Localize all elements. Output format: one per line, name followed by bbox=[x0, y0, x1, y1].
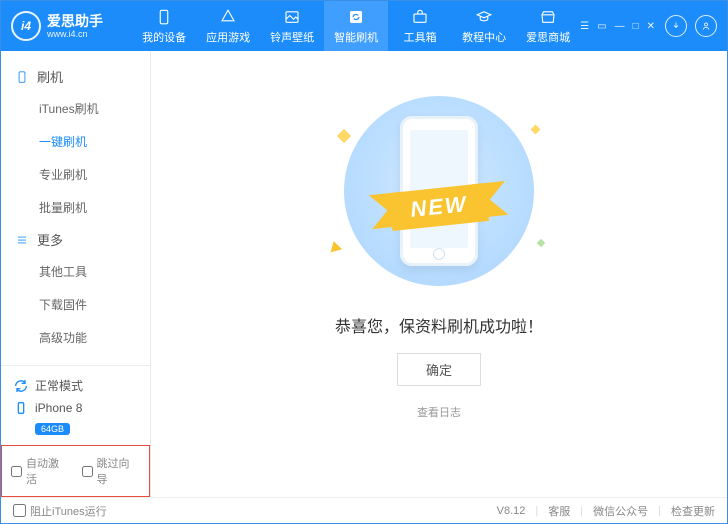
phone-icon bbox=[155, 8, 173, 26]
sidebar-item-itunes-flash[interactable]: iTunes刷机 bbox=[1, 92, 150, 125]
sidebar-item-download-firmware[interactable]: 下载固件 bbox=[1, 288, 150, 321]
device-name[interactable]: iPhone 8 bbox=[13, 397, 138, 419]
brand-name: 爱思助手 bbox=[47, 14, 103, 28]
sidebar-item-batch-flash[interactable]: 批量刷机 bbox=[1, 191, 150, 224]
statusbar: 阻止iTunes运行 V8.12 | 客服 | 微信公众号 | 检查更新 bbox=[1, 497, 727, 523]
titlebar: i4 爱思助手 www.i4.cn 我的设备 应用游戏 铃声壁纸 智能刷机 bbox=[1, 1, 727, 51]
window-controls: ☰ ▭ — □ ✕ bbox=[580, 21, 655, 32]
apps-icon bbox=[219, 8, 237, 26]
close-icon[interactable]: ✕ bbox=[647, 21, 655, 32]
user-icon[interactable] bbox=[695, 15, 717, 37]
image-icon bbox=[283, 8, 301, 26]
skin-icon[interactable]: ▭ bbox=[597, 21, 606, 32]
nav-apps[interactable]: 应用游戏 bbox=[196, 1, 260, 51]
menu-icon[interactable]: ☰ bbox=[580, 21, 589, 32]
support-link[interactable]: 客服 bbox=[548, 503, 570, 519]
graduation-icon bbox=[475, 8, 493, 26]
device-icon bbox=[15, 70, 29, 84]
confirm-button[interactable]: 确定 bbox=[397, 353, 481, 386]
sidebar-item-advanced[interactable]: 高级功能 bbox=[1, 321, 150, 354]
nav-ringtones[interactable]: 铃声壁纸 bbox=[260, 1, 324, 51]
view-log-link[interactable]: 查看日志 bbox=[417, 404, 461, 420]
brand-sub: www.i4.cn bbox=[47, 30, 103, 39]
main-panel: NEW 恭喜您，保资料刷机成功啦！ 确定 查看日志 bbox=[151, 51, 727, 497]
nav-my-device[interactable]: 我的设备 bbox=[132, 1, 196, 51]
store-icon bbox=[539, 8, 557, 26]
success-illustration: NEW bbox=[309, 91, 569, 291]
sync-icon bbox=[13, 378, 29, 394]
phone-small-icon bbox=[13, 400, 29, 416]
nav-tutorials[interactable]: 教程中心 bbox=[452, 1, 516, 51]
sidebar-item-pro-flash[interactable]: 专业刷机 bbox=[1, 158, 150, 191]
brand-logo: i4 爱思助手 www.i4.cn bbox=[11, 11, 132, 41]
skip-guide-checkbox[interactable]: 跳过向导 bbox=[82, 455, 141, 487]
wechat-link[interactable]: 微信公众号 bbox=[593, 503, 648, 519]
device-mode[interactable]: 正常模式 bbox=[13, 374, 138, 397]
sidebar-group-more[interactable]: 更多 bbox=[1, 224, 150, 255]
sidebar: 刷机 iTunes刷机 一键刷机 专业刷机 批量刷机 更多 其他工具 下载固件 … bbox=[1, 51, 151, 497]
check-update-link[interactable]: 检查更新 bbox=[671, 503, 715, 519]
toolbox-icon bbox=[411, 8, 429, 26]
sidebar-group-flash[interactable]: 刷机 bbox=[1, 61, 150, 92]
minimize-icon[interactable]: — bbox=[615, 21, 625, 32]
success-message: 恭喜您，保资料刷机成功啦！ bbox=[335, 313, 543, 337]
logo-icon: i4 bbox=[11, 11, 41, 41]
maximize-icon[interactable]: □ bbox=[633, 21, 639, 32]
bottom-options-highlight: 自动激活 跳过向导 bbox=[1, 445, 150, 497]
version-label: V8.12 bbox=[497, 505, 526, 517]
top-nav: 我的设备 应用游戏 铃声壁纸 智能刷机 工具箱 教程中心 bbox=[132, 1, 580, 51]
refresh-icon bbox=[347, 8, 365, 26]
block-itunes-checkbox[interactable]: 阻止iTunes运行 bbox=[13, 503, 107, 519]
auto-activate-checkbox[interactable]: 自动激活 bbox=[11, 455, 70, 487]
nav-toolbox[interactable]: 工具箱 bbox=[388, 1, 452, 51]
nav-store[interactable]: 爱思商城 bbox=[516, 1, 580, 51]
menu-lines-icon bbox=[15, 233, 29, 247]
nav-flash[interactable]: 智能刷机 bbox=[324, 1, 388, 51]
sidebar-item-other-tools[interactable]: 其他工具 bbox=[1, 255, 150, 288]
sidebar-item-oneclick-flash[interactable]: 一键刷机 bbox=[1, 125, 150, 158]
app-window: i4 爱思助手 www.i4.cn 我的设备 应用游戏 铃声壁纸 智能刷机 bbox=[0, 0, 728, 524]
download-icon[interactable] bbox=[665, 15, 687, 37]
storage-badge: 64GB bbox=[35, 423, 70, 435]
